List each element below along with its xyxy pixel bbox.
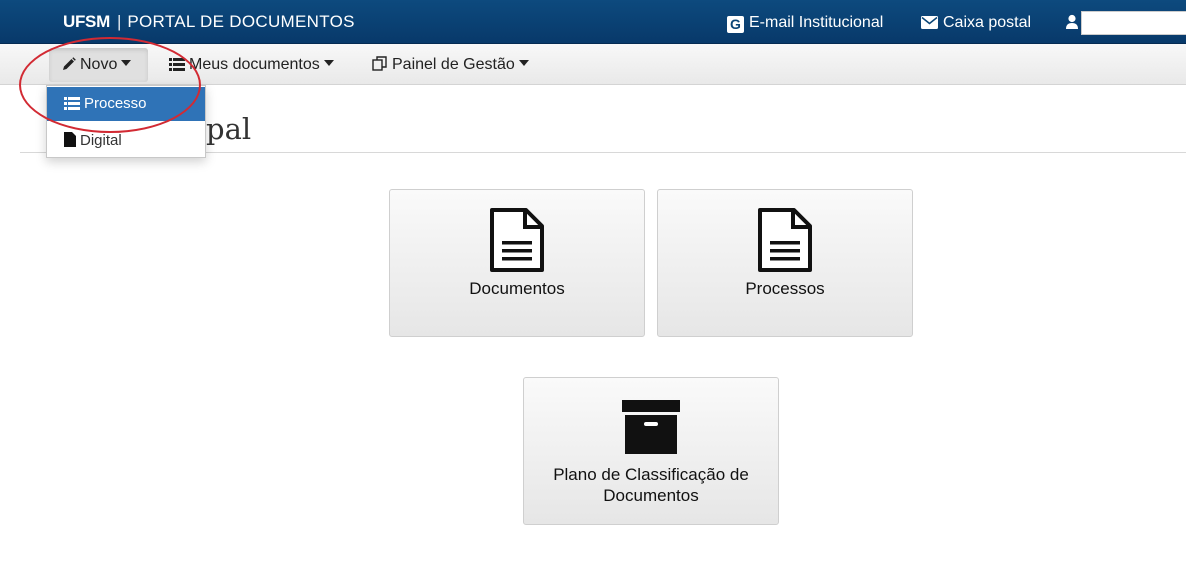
copy-icon [372, 56, 387, 71]
email-institucional-link[interactable]: G E-mail Institucional [727, 14, 883, 33]
user-name-box[interactable] [1081, 11, 1186, 35]
caixa-postal-link[interactable]: Caixa postal [921, 14, 1031, 34]
archive-box-icon [524, 399, 778, 455]
tile-plano-label: Plano de Classificação de Documentos [553, 465, 749, 505]
tile-documentos[interactable]: Documentos [389, 189, 645, 337]
page-title-text: pal [206, 112, 252, 146]
brand[interactable]: UFSM | PORTAL DE DOCUMENTOS [63, 12, 355, 32]
tile-processos-label: Processos [745, 279, 825, 298]
nav-painel-label: Painel de Gestão [392, 56, 515, 73]
brand-title: PORTAL DE DOCUMENTOS [127, 12, 355, 31]
email-label: E-mail Institucional [749, 14, 884, 31]
tile-documentos-label: Documentos [469, 279, 565, 298]
nav-painel-de-gestao[interactable]: Painel de Gestão [366, 48, 535, 82]
tile-plano-classificacao[interactable]: Plano de Classificação de Documentos [523, 377, 779, 525]
page-title: pal [206, 112, 266, 152]
nav-novo-label: Novo [80, 56, 118, 73]
menu-item-processo-label: Processo [84, 95, 147, 112]
nav-meus-documentos-label: Meus documentos [189, 56, 320, 73]
pencil-icon [63, 57, 76, 70]
list-icon [169, 58, 185, 71]
envelope-icon [921, 16, 938, 34]
menu-item-digital[interactable]: Digital [47, 124, 205, 158]
nav-novo[interactable]: Novo [49, 48, 148, 82]
menu-item-digital-label: Digital [80, 132, 122, 149]
document-icon [390, 207, 644, 273]
main-navbar: Novo Meus documentos Painel de Gestão [0, 44, 1186, 85]
menu-item-processo[interactable]: Processo [47, 87, 205, 121]
google-icon: G [727, 16, 744, 33]
file-icon [64, 132, 76, 147]
chevron-down-icon [121, 60, 132, 66]
user-icon [1066, 14, 1078, 35]
tile-processos[interactable]: Processos [657, 189, 913, 337]
document-icon [658, 207, 912, 273]
nav-meus-documentos[interactable]: Meus documentos [163, 48, 340, 82]
top-header: UFSM | PORTAL DE DOCUMENTOS G E-mail Instit… [0, 0, 1186, 44]
list-icon [64, 97, 80, 110]
novo-dropdown-menu: Processo Digital [46, 85, 206, 158]
chevron-down-icon [518, 60, 529, 66]
chevron-down-icon [323, 60, 334, 66]
brand-separator: | [116, 12, 122, 31]
brand-ufsm: UFSM [63, 12, 110, 31]
mail-label: Caixa postal [943, 14, 1032, 31]
